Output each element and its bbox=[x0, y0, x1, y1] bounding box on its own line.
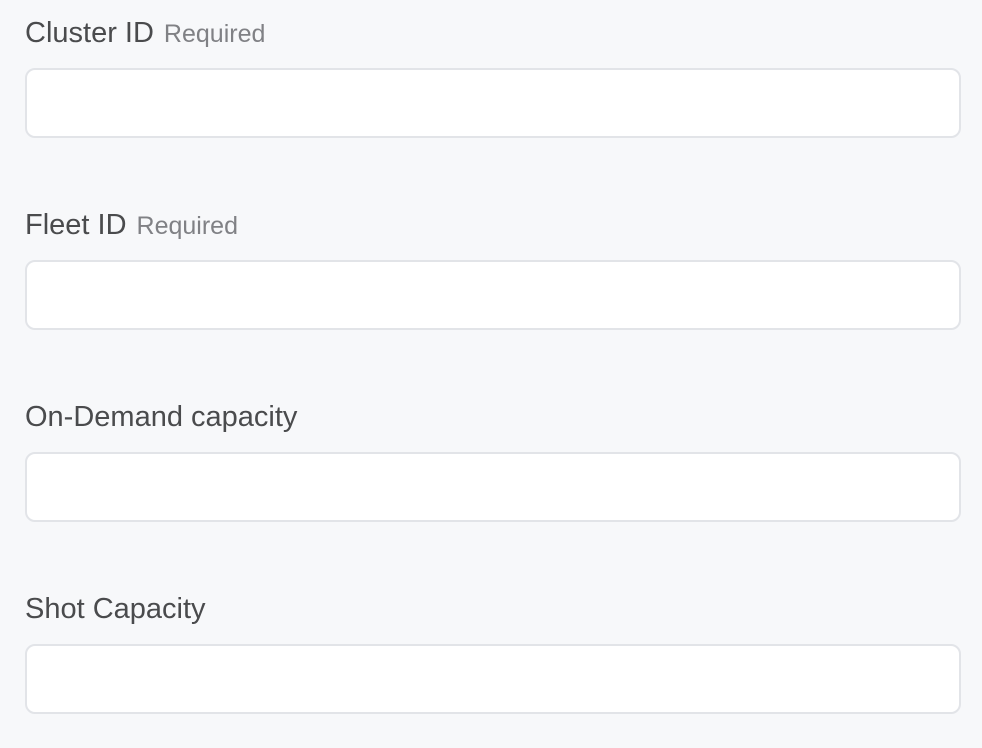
cluster-id-input[interactable] bbox=[25, 68, 961, 138]
fleet-id-field-group: Fleet ID Required bbox=[25, 206, 961, 330]
shot-capacity-input[interactable] bbox=[25, 644, 961, 714]
cluster-id-required-indicator: Required bbox=[163, 20, 266, 48]
cluster-id-label-row: Cluster ID Required bbox=[25, 14, 961, 54]
shot-capacity-label-row: Shot Capacity bbox=[25, 590, 961, 630]
fleet-id-required-indicator: Required bbox=[136, 212, 238, 240]
fleet-id-input[interactable] bbox=[25, 260, 961, 330]
on-demand-capacity-label: On-Demand capacity bbox=[25, 401, 298, 433]
shot-capacity-label: Shot Capacity bbox=[25, 593, 206, 625]
fleet-id-label: Fleet ID bbox=[25, 209, 127, 241]
cluster-id-label: Cluster ID bbox=[25, 17, 154, 49]
fleet-id-label-row: Fleet ID Required bbox=[25, 206, 961, 246]
on-demand-capacity-input[interactable] bbox=[25, 452, 961, 522]
on-demand-capacity-field-group: On-Demand capacity bbox=[25, 398, 961, 522]
cluster-id-field-group: Cluster ID Required bbox=[25, 14, 961, 138]
shot-capacity-field-group: Shot Capacity bbox=[25, 590, 961, 714]
on-demand-capacity-label-row: On-Demand capacity bbox=[25, 398, 961, 438]
